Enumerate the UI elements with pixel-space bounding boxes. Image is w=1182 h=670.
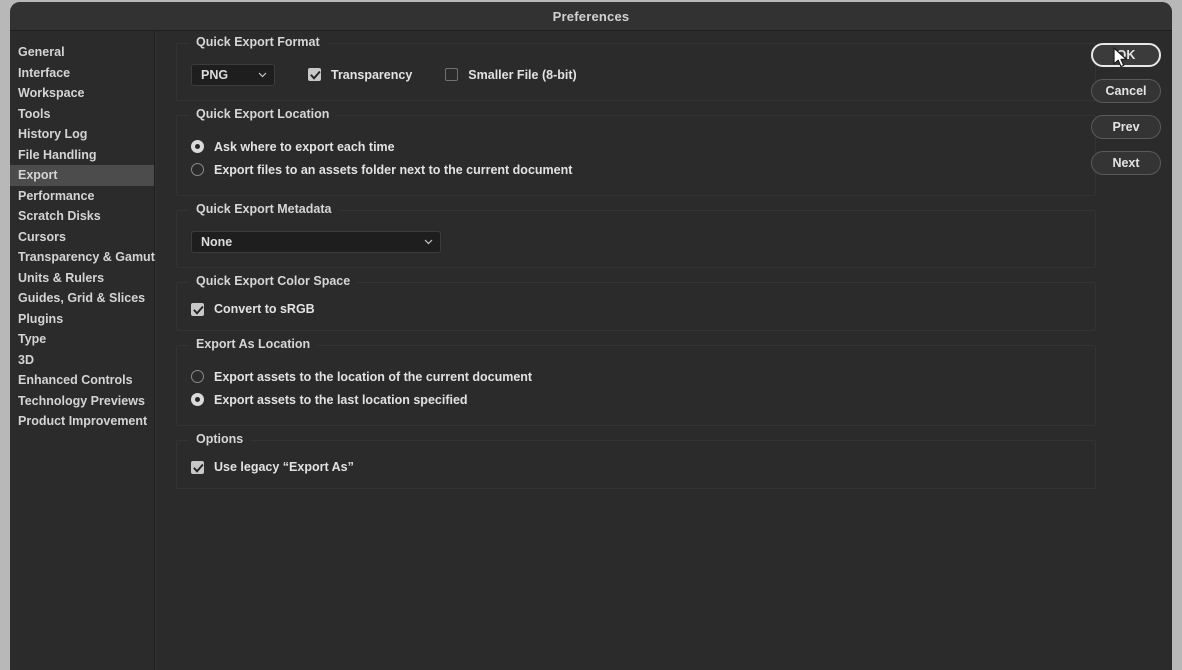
quick-export-metadata-group: Quick Export Metadata None [176, 210, 1096, 268]
preferences-category-list[interactable]: General Interface Workspace Tools Histor… [10, 31, 155, 670]
radio-ask-where-to-export[interactable] [191, 140, 204, 153]
transparency-checkbox[interactable] [308, 68, 321, 81]
radio-export-location-current-document[interactable] [191, 370, 204, 383]
sidebar-item-product-improvement[interactable]: Product Improvement [10, 411, 154, 432]
chevron-down-icon [258, 70, 266, 78]
quick-export-color-space-title: Quick Export Color Space [189, 274, 357, 288]
sidebar-item-plugins[interactable]: Plugins [10, 309, 154, 330]
sidebar-item-tools[interactable]: Tools [10, 104, 154, 125]
sidebar-item-3d[interactable]: 3D [10, 350, 154, 371]
cancel-button[interactable]: Cancel [1091, 79, 1161, 103]
sidebar-item-units-rulers[interactable]: Units & Rulers [10, 268, 154, 289]
next-button[interactable]: Next [1091, 151, 1161, 175]
quick-export-format-select-value: PNG [201, 68, 228, 82]
radio-export-assets-folder-label: Export files to an assets folder next to… [214, 163, 572, 177]
quick-export-location-title: Quick Export Location [189, 107, 336, 121]
export-as-location-option-current-document[interactable]: Export assets to the location of the cur… [191, 365, 1081, 388]
quick-export-location-option-ask[interactable]: Ask where to export each time [191, 135, 1081, 158]
dialog-title: Preferences [553, 9, 630, 24]
radio-export-location-last-specified[interactable] [191, 393, 204, 406]
export-as-location-group: Export As Location Export assets to the … [176, 345, 1096, 426]
export-as-location-option-last-location[interactable]: Export assets to the last location speci… [191, 388, 1081, 411]
convert-to-srgb-row[interactable]: Convert to sRGB [191, 302, 1081, 316]
preferences-content-panel: Quick Export Format PNG [155, 31, 1172, 670]
quick-export-location-group: Quick Export Location Ask where to expor… [176, 115, 1096, 196]
quick-export-metadata-title: Quick Export Metadata [189, 202, 338, 216]
sidebar-item-export[interactable]: Export [10, 165, 154, 186]
sidebar-item-guides-grid-slices[interactable]: Guides, Grid & Slices [10, 288, 154, 309]
screen: Preferences General Interface Workspace … [0, 0, 1182, 670]
smaller-file-checkbox-row[interactable]: Smaller File (8-bit) [445, 68, 576, 82]
ok-button[interactable]: OK [1091, 43, 1161, 67]
options-group: Options Use legacy “Export As” [176, 440, 1096, 489]
use-legacy-export-as-checkbox[interactable] [191, 461, 204, 474]
preferences-dialog: Preferences General Interface Workspace … [10, 2, 1172, 670]
sidebar-item-enhanced-controls[interactable]: Enhanced Controls [10, 370, 154, 391]
quick-export-format-select[interactable]: PNG [191, 64, 275, 86]
sidebar-item-file-handling[interactable]: File Handling [10, 145, 154, 166]
options-title: Options [189, 432, 250, 446]
transparency-label: Transparency [331, 68, 412, 82]
transparency-checkbox-row[interactable]: Transparency [308, 68, 412, 82]
convert-to-srgb-label: Convert to sRGB [214, 302, 315, 316]
radio-ask-where-to-export-label: Ask where to export each time [214, 140, 395, 154]
radio-export-location-last-specified-label: Export assets to the last location speci… [214, 393, 468, 407]
sidebar-item-general[interactable]: General [10, 42, 154, 63]
export-settings-groups: Quick Export Format PNG [176, 43, 1096, 503]
use-legacy-export-as-label: Use legacy “Export As” [214, 460, 354, 474]
dialog-titlebar: Preferences [10, 2, 1172, 31]
sidebar-item-history-log[interactable]: History Log [10, 124, 154, 145]
export-as-location-title: Export As Location [189, 337, 317, 351]
convert-to-srgb-checkbox[interactable] [191, 303, 204, 316]
sidebar-item-cursors[interactable]: Cursors [10, 227, 154, 248]
quick-export-format-title: Quick Export Format [189, 35, 327, 49]
radio-export-assets-folder[interactable] [191, 163, 204, 176]
sidebar-item-transparency-gamut[interactable]: Transparency & Gamut [10, 247, 154, 268]
prev-button[interactable]: Prev [1091, 115, 1161, 139]
sidebar-item-technology-previews[interactable]: Technology Previews [10, 391, 154, 412]
quick-export-format-group: Quick Export Format PNG [176, 43, 1096, 101]
chevron-down-icon [424, 237, 432, 245]
radio-export-location-current-document-label: Export assets to the location of the cur… [214, 370, 532, 384]
quick-export-color-space-group: Quick Export Color Space Convert to sRGB [176, 282, 1096, 331]
quick-export-metadata-select[interactable]: None [191, 231, 441, 253]
sidebar-item-workspace[interactable]: Workspace [10, 83, 154, 104]
sidebar-item-type[interactable]: Type [10, 329, 154, 350]
smaller-file-label: Smaller File (8-bit) [468, 68, 576, 82]
dialog-body: General Interface Workspace Tools Histor… [10, 31, 1172, 670]
use-legacy-export-as-row[interactable]: Use legacy “Export As” [191, 460, 1081, 474]
sidebar-item-performance[interactable]: Performance [10, 186, 154, 207]
smaller-file-checkbox[interactable] [445, 68, 458, 81]
sidebar-item-scratch-disks[interactable]: Scratch Disks [10, 206, 154, 227]
quick-export-metadata-select-value: None [201, 235, 232, 249]
sidebar-item-interface[interactable]: Interface [10, 63, 154, 84]
quick-export-location-option-assets-folder[interactable]: Export files to an assets folder next to… [191, 158, 1081, 181]
dialog-button-column: OK Cancel Prev Next [1091, 43, 1161, 187]
